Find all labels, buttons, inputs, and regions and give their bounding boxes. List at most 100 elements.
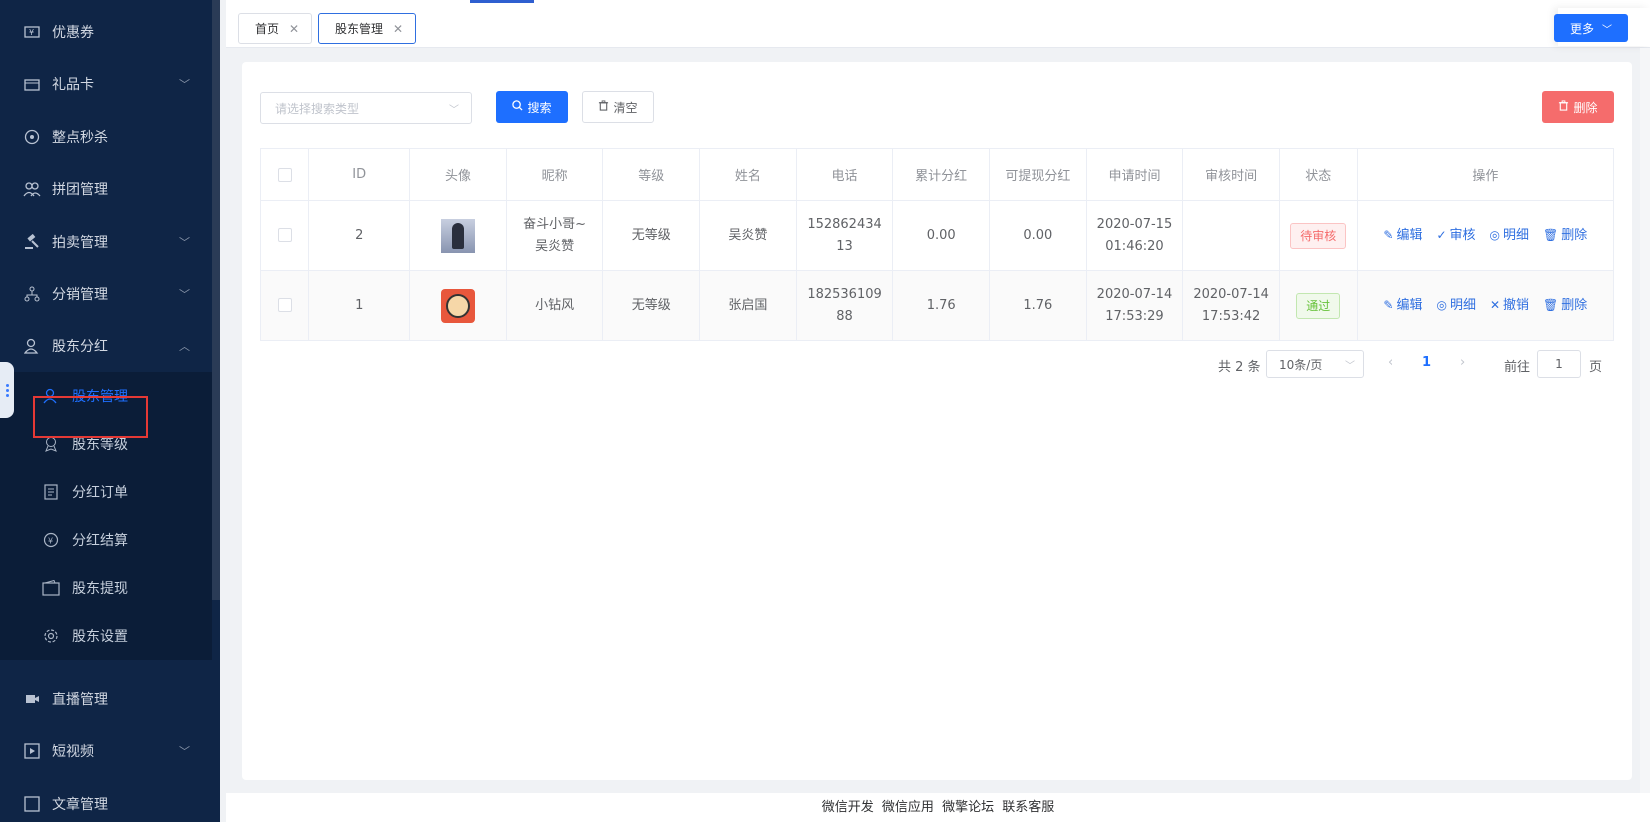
edit-link[interactable]: ✎ 编辑 xyxy=(1383,294,1422,317)
detail-link[interactable]: ◎ 明细 xyxy=(1436,294,1476,317)
page-size-label: 10条/页 xyxy=(1279,357,1323,372)
nickname-line: 奋斗小哥~ xyxy=(523,216,587,232)
search-type-placeholder: 请选择搜索类型 xyxy=(275,101,360,116)
tab-label: 首页 xyxy=(255,22,280,36)
cell-review-time: 2020-07-14 17:53:42 xyxy=(1182,270,1280,341)
tabs-bar: 首页 ✕ 股东管理 ✕ 更多 ﹀ xyxy=(226,0,1650,48)
cell-review-time xyxy=(1182,200,1280,271)
avatar xyxy=(409,200,507,271)
sidebar-item-shareholder-dividend[interactable]: 股东分红 ︿ xyxy=(0,322,212,370)
sidebar-item-auction[interactable]: 拍卖管理 ﹀ xyxy=(0,218,212,266)
clear-button[interactable]: 清空 xyxy=(582,91,654,123)
column-header: 操作 xyxy=(1357,148,1615,201)
sidebar-subitem-shareholder-withdraw[interactable]: 股东提现 xyxy=(0,564,212,612)
sidebar-item-short-video[interactable]: 短视频 ﹀ xyxy=(0,727,212,775)
order-icon xyxy=(42,483,60,501)
column-header: 审核时间 xyxy=(1182,148,1280,201)
sidebar-item-group-buy[interactable]: 拼团管理 xyxy=(0,165,212,213)
page-suffix: 页 xyxy=(1589,360,1603,375)
sidebar-item-flash-sale[interactable]: 整点秒杀 xyxy=(0,113,212,161)
delete-link[interactable]: 🗑 删除 xyxy=(1543,294,1587,317)
search-icon xyxy=(512,100,524,114)
avatar xyxy=(409,270,507,341)
pencil-icon: ✎ xyxy=(1383,298,1394,312)
edit-link[interactable]: ✎ 编辑 xyxy=(1383,224,1422,247)
sidebar-subitem-label: 股东提现 xyxy=(72,581,128,597)
sidebar-item-label: 分销管理 xyxy=(52,287,108,303)
cell-level: 无等级 xyxy=(602,200,701,271)
row-checkbox[interactable] xyxy=(260,200,310,271)
cell-phone: 152862434 13 xyxy=(796,200,894,271)
delete-button[interactable]: 删除 xyxy=(1542,91,1614,123)
close-icon[interactable]: ✕ xyxy=(393,22,403,36)
cell-ops: ✎ 编辑 ✓ 审核 ◎ 明细 🗑 删除 xyxy=(1357,200,1615,271)
status-badge: 通过 xyxy=(1296,292,1341,319)
footer-link[interactable]: 微擎论坛 xyxy=(942,800,994,815)
row-checkbox[interactable] xyxy=(260,270,310,341)
footer-link[interactable]: 微信开发 xyxy=(822,800,874,815)
more-button[interactable]: 更多 ﹀ xyxy=(1554,14,1628,42)
pagination: 共 2 条 10条/页 ﹀ ‹ 1 › 前往 1 页 xyxy=(242,350,1632,378)
footer-link[interactable]: 联系客服 xyxy=(1002,800,1054,815)
column-header: 昵称 xyxy=(506,148,604,201)
sidebar-item-articles[interactable]: 文章管理 xyxy=(0,780,212,822)
gift-card-icon xyxy=(22,74,42,94)
cell-ops: ✎ 编辑 ◎ 明细 ✕ 撤销 🗑 删除 xyxy=(1357,270,1615,341)
sidebar-scrollbar[interactable] xyxy=(212,0,220,600)
sidebar-collapse-handle[interactable] xyxy=(0,362,14,418)
op-label: 删除 xyxy=(1561,228,1588,243)
review-link[interactable]: ✓ 审核 xyxy=(1436,224,1475,247)
page-scrollbar[interactable] xyxy=(1640,48,1650,793)
sidebar-item-label: 拼团管理 xyxy=(52,182,108,198)
search-button[interactable]: 搜索 xyxy=(496,91,568,123)
footer-link[interactable]: 微信应用 xyxy=(882,800,934,815)
sidebar-item-label: 短视频 xyxy=(52,744,94,760)
nickname-line: 小钻风 xyxy=(535,297,575,313)
tab-home[interactable]: 首页 ✕ xyxy=(238,13,313,44)
trash-icon: 🗑 xyxy=(1543,298,1559,312)
sidebar-subitem-shareholder-settings[interactable]: 股东设置 xyxy=(0,612,212,660)
tab-shareholder-management[interactable]: 股东管理 ✕ xyxy=(318,13,417,44)
select-all-checkbox[interactable] xyxy=(260,148,310,201)
sidebar-item-distribution[interactable]: 分销管理 ﹀ xyxy=(0,270,212,318)
apply-time: 01:46:20 xyxy=(1105,238,1164,254)
chevron-down-icon: ﹀ xyxy=(179,236,190,249)
next-page-button[interactable]: › xyxy=(1460,355,1465,370)
sidebar-item-gift-card[interactable]: 礼品卡 ﹀ xyxy=(0,60,212,108)
close-icon[interactable]: ✕ xyxy=(289,22,299,36)
sidebar-subitem-label: 分红结算 xyxy=(72,533,128,549)
tab-label: 股东管理 xyxy=(335,22,384,36)
pencil-icon: ✎ xyxy=(1383,228,1394,242)
sidebar-item-coupon[interactable]: ¥ 优惠券 xyxy=(0,8,212,56)
table-header-row: ID 头像 昵称 等级 姓名 电话 累计分红 可提现分红 申请时间 审核时间 状… xyxy=(260,148,1615,201)
current-page[interactable]: 1 xyxy=(1422,355,1431,370)
live-icon xyxy=(22,689,42,709)
settlement-icon: ¥ xyxy=(42,531,60,549)
video-icon xyxy=(22,741,42,761)
group-icon xyxy=(22,179,42,199)
column-header[interactable]: ID xyxy=(308,148,411,201)
eye-icon: ◎ xyxy=(1489,228,1501,242)
delete-label: 删除 xyxy=(1573,100,1598,115)
prev-page-button[interactable]: ‹ xyxy=(1388,355,1393,370)
phone-line: 13 xyxy=(836,238,853,254)
search-label: 搜索 xyxy=(527,100,552,115)
sidebar-item-live[interactable]: 直播管理 xyxy=(0,675,212,723)
delete-link[interactable]: 🗑 删除 xyxy=(1543,224,1587,247)
coupon-icon: ¥ xyxy=(22,22,42,42)
sidebar-subitem-dividend-settlement[interactable]: ¥ 分红结算 xyxy=(0,516,212,564)
apply-date: 2020-07-15 xyxy=(1096,216,1173,232)
revoke-link[interactable]: ✕ 撤销 xyxy=(1490,294,1529,317)
cell-apply-time: 2020-07-14 17:53:29 xyxy=(1086,270,1184,341)
search-type-select[interactable]: 请选择搜索类型 ﹀ xyxy=(260,92,472,124)
column-header: 可提现分红 xyxy=(989,148,1087,201)
detail-link[interactable]: ◎ 明细 xyxy=(1490,224,1530,247)
sidebar-subitem-dividend-orders[interactable]: 分红订单 xyxy=(0,468,212,516)
trash-icon xyxy=(598,100,609,114)
op-label: 删除 xyxy=(1561,298,1588,313)
distribution-icon xyxy=(22,284,42,304)
chevron-down-icon: ﹀ xyxy=(179,745,190,758)
page-size-select[interactable]: 10条/页 ﹀ xyxy=(1266,350,1364,378)
goto-page-input[interactable]: 1 xyxy=(1537,350,1581,378)
sidebar-item-label: 整点秒杀 xyxy=(52,130,108,146)
